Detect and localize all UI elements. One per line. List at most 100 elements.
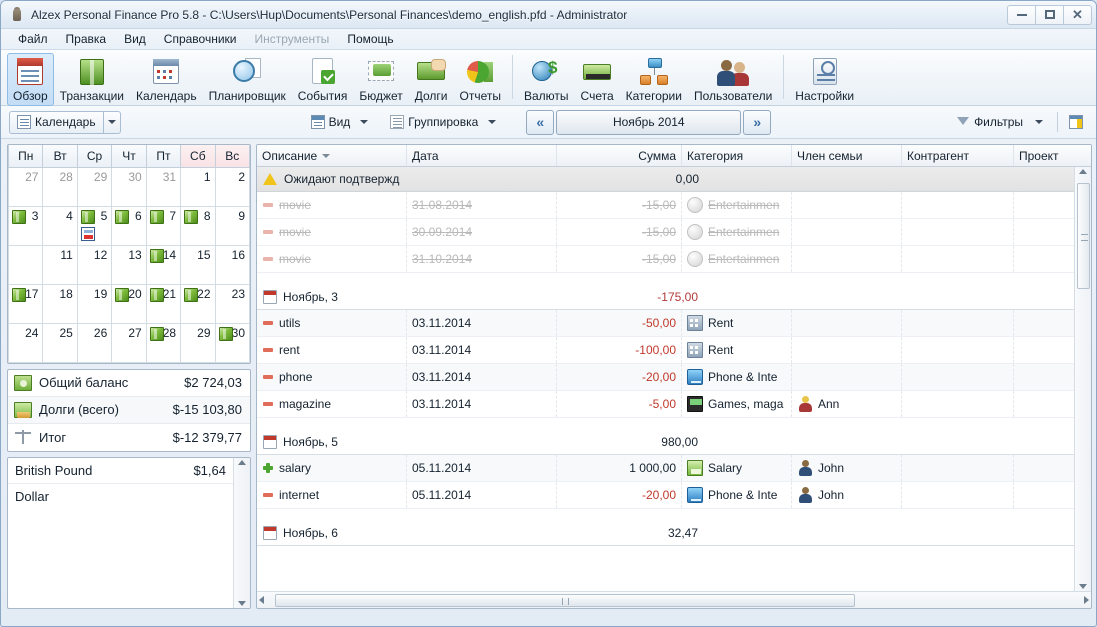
- calendar-day-10[interactable]: 10: [8, 244, 44, 285]
- table-row[interactable]: internet 05.11.2014 -20,00 Phone & Inte John: [257, 482, 1074, 509]
- calendar-day-12[interactable]: 12: [76, 244, 113, 285]
- scrollbar-thumb[interactable]: [1077, 183, 1090, 289]
- toolbar-button-users[interactable]: Пользователи: [688, 53, 778, 106]
- summary-row-debts[interactable]: Долги (всего) $-15 103,80: [8, 396, 250, 424]
- calendar-day-9[interactable]: 9: [214, 205, 250, 246]
- calendar-day-19[interactable]: 19: [76, 283, 113, 324]
- calendar-day-1[interactable]: 1: [180, 166, 216, 207]
- table-horizontal-scrollbar[interactable]: [257, 591, 1091, 608]
- toolbar-button-calendar[interactable]: Календарь: [130, 53, 203, 106]
- transaction-group-header[interactable]: Ожидают подтвержд 0,00: [257, 167, 1074, 192]
- currency-row-dollar[interactable]: Dollar: [8, 484, 233, 510]
- toolbar-button-reports[interactable]: Отчеты: [454, 53, 507, 106]
- table-row[interactable]: utils 03.11.2014 -50,00 Rent: [257, 310, 1074, 337]
- calendar-day-5[interactable]: 5: [76, 205, 113, 246]
- view-button[interactable]: Вид: [303, 111, 377, 134]
- calendar-day-2[interactable]: 2: [214, 166, 250, 207]
- column-header-counterparty[interactable]: Контрагент: [902, 145, 1014, 166]
- scroll-right-icon[interactable]: [1084, 596, 1089, 604]
- calendar-day-26[interactable]: 26: [76, 322, 113, 363]
- toolbar-button-budget[interactable]: Бюджет: [353, 53, 408, 106]
- next-period-button[interactable]: »: [743, 109, 772, 135]
- filters-button[interactable]: Фильтры: [948, 111, 1051, 134]
- calendar-day-11[interactable]: 11: [42, 244, 78, 285]
- toolbar-button-accounts[interactable]: Счета: [575, 53, 620, 106]
- currency-row-pound[interactable]: British Pound $1,64: [8, 458, 233, 484]
- calendar-day-27[interactable]: 27: [8, 166, 44, 207]
- scroll-up-icon[interactable]: [1079, 169, 1087, 174]
- scroll-up-icon[interactable]: [238, 459, 246, 465]
- calendar-day-7[interactable]: 7: [145, 205, 182, 246]
- menu-item-view[interactable]: Вид: [115, 30, 155, 48]
- calendar-view-dropdown[interactable]: [103, 110, 121, 134]
- table-row[interactable]: movie 30.09.2014 -15,00 Entertainmen: [257, 219, 1074, 246]
- previous-period-button[interactable]: «: [526, 109, 555, 135]
- toolbar-button-events[interactable]: События: [292, 53, 354, 106]
- menu-item-edit[interactable]: Правка: [57, 30, 116, 48]
- scroll-down-icon[interactable]: [1079, 584, 1087, 589]
- calendar-day-4[interactable]: 4: [42, 205, 78, 246]
- table-row[interactable]: movie 31.08.2014 -15,00 Entertainmen: [257, 192, 1074, 219]
- transaction-group-header[interactable]: Ноябрь, 3 -175,00: [257, 285, 1074, 310]
- toolbar-button-transactions[interactable]: Транзакции: [54, 53, 130, 106]
- calendar-day-30[interactable]: 30: [111, 166, 147, 207]
- calendar-day-20[interactable]: 20: [111, 283, 147, 324]
- column-header-amount[interactable]: Сумма: [557, 145, 682, 166]
- calendar-day-29[interactable]: 29: [76, 166, 113, 207]
- calendar-day-25[interactable]: 25: [42, 322, 78, 363]
- toolbar-button-currencies[interactable]: $ Валюты: [518, 53, 575, 106]
- table-vertical-scrollbar[interactable]: [1074, 167, 1091, 591]
- summary-row-total[interactable]: Итог $-12 379,77: [8, 424, 250, 451]
- transaction-group-header[interactable]: Ноябрь, 5 980,00: [257, 430, 1074, 455]
- currency-scrollbar[interactable]: [233, 457, 250, 608]
- calendar-day-14[interactable]: 14: [145, 244, 182, 285]
- panel-toggle-button[interactable]: [1064, 111, 1088, 134]
- toolbar-button-settings[interactable]: Настройки: [789, 53, 860, 106]
- scroll-down-icon[interactable]: [238, 601, 246, 606]
- table-row[interactable]: movie 31.10.2014 -15,00 Entertainmen: [257, 246, 1074, 273]
- menu-item-help[interactable]: Помощь: [338, 30, 402, 48]
- calendar-day-6[interactable]: 6: [111, 205, 147, 246]
- calendar-day-28[interactable]: 28: [145, 322, 182, 363]
- column-header-project[interactable]: Проект: [1014, 145, 1074, 166]
- table-row[interactable]: magazine 03.11.2014 -5,00 Games, maga Ann: [257, 391, 1074, 418]
- calendar-day-8[interactable]: 8: [180, 205, 216, 246]
- transaction-group-header[interactable]: Ноябрь, 6 32,47: [257, 521, 1074, 546]
- maximize-button[interactable]: [1035, 4, 1064, 25]
- table-row[interactable]: salary 05.11.2014 1 000,00 Salary John: [257, 455, 1074, 482]
- calendar-day-31[interactable]: 31: [145, 166, 182, 207]
- calendar-day-24[interactable]: 24: [8, 322, 44, 363]
- grouping-button[interactable]: Группировка: [382, 111, 504, 134]
- summary-row-balance[interactable]: Общий баланс $2 724,03: [8, 370, 250, 397]
- calendar-day-28[interactable]: 28: [42, 166, 78, 207]
- calendar-day-3[interactable]: 3: [8, 205, 44, 246]
- calendar-day-27[interactable]: 27: [111, 322, 147, 363]
- calendar-day-13[interactable]: 13: [111, 244, 147, 285]
- toolbar-button-categories[interactable]: Категории: [620, 53, 688, 106]
- minimize-button[interactable]: [1007, 4, 1036, 25]
- hscrollbar-thumb[interactable]: [275, 593, 855, 607]
- calendar-day-23[interactable]: 23: [214, 283, 250, 324]
- calendar-day-30[interactable]: 30: [214, 322, 250, 363]
- column-header-family-member[interactable]: Член семьи: [792, 145, 902, 166]
- calendar-day-18[interactable]: 18: [42, 283, 78, 324]
- column-header-category[interactable]: Категория: [682, 145, 792, 166]
- period-display[interactable]: Ноябрь 2014: [556, 109, 742, 135]
- close-button[interactable]: ✕: [1063, 4, 1092, 25]
- calendar-day-22[interactable]: 22: [180, 283, 216, 324]
- calendar-view-button[interactable]: Календарь: [9, 110, 104, 134]
- table-row[interactable]: rent 03.11.2014 -100,00 Rent: [257, 337, 1074, 364]
- toolbar-button-overview[interactable]: Обзор: [7, 53, 54, 106]
- table-row[interactable]: phone 03.11.2014 -20,00 Phone & Inte: [257, 364, 1074, 391]
- calendar-day-16[interactable]: 16: [214, 244, 250, 285]
- calendar-view-split-button[interactable]: Календарь: [9, 110, 121, 134]
- column-header-date[interactable]: Дата: [407, 145, 557, 166]
- menu-item-file[interactable]: Файл: [9, 30, 57, 48]
- menu-item-references[interactable]: Справочники: [155, 30, 246, 48]
- menu-item-tools[interactable]: Инструменты: [245, 30, 338, 48]
- column-header-description[interactable]: Описание: [257, 145, 407, 166]
- toolbar-button-debts[interactable]: Долги: [409, 53, 454, 106]
- toolbar-button-planner[interactable]: Планировщик: [203, 53, 292, 106]
- calendar-day-17[interactable]: 17: [8, 283, 44, 324]
- calendar-day-29[interactable]: 29: [180, 322, 216, 363]
